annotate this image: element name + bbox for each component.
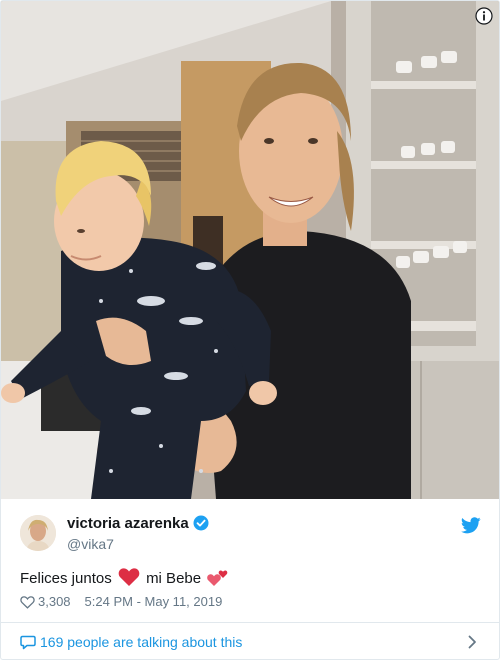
photo-illustration: [1, 1, 499, 499]
chevron-right-icon[interactable]: [468, 635, 477, 649]
embedded-tweet-card: victoria azarenka @vika7 Felices juntos …: [0, 0, 500, 660]
speech-bubble-icon: [20, 635, 36, 650]
tweet-text-part1: Felices juntos: [20, 570, 112, 587]
tweet-text-part2: mi Bebe: [146, 570, 202, 587]
tweet-photo[interactable]: [1, 1, 499, 499]
author-name[interactable]: victoria azarenka: [67, 515, 209, 533]
conversation-text: 169 people are talking about this: [40, 634, 243, 650]
author-name-text: victoria azarenka: [67, 515, 189, 532]
author-handle[interactable]: @vika7: [67, 535, 114, 553]
avatar-image: [20, 515, 56, 551]
two-hearts-emoji: [207, 570, 228, 586]
avatar[interactable]: [20, 515, 56, 551]
info-icon[interactable]: [475, 7, 493, 25]
tweet-timestamp[interactable]: 5:24 PM - May 11, 2019: [85, 594, 223, 609]
verified-badge-icon: [193, 515, 209, 531]
tweet-meta: 3,308 5:24 PM - May 11, 2019: [20, 593, 222, 611]
tweet-header: victoria azarenka @vika7: [1, 499, 499, 557]
red-heart-emoji: [118, 568, 140, 586]
heart-icon[interactable]: [20, 595, 35, 609]
conversation-footer[interactable]: 169 people are talking about this: [1, 622, 499, 659]
tweet-text: Felices juntos mi Bebe: [20, 567, 231, 590]
twitter-bird-icon[interactable]: [461, 517, 481, 534]
like-count[interactable]: 3,308: [38, 594, 71, 609]
conversation-link[interactable]: 169 people are talking about this: [20, 633, 242, 651]
